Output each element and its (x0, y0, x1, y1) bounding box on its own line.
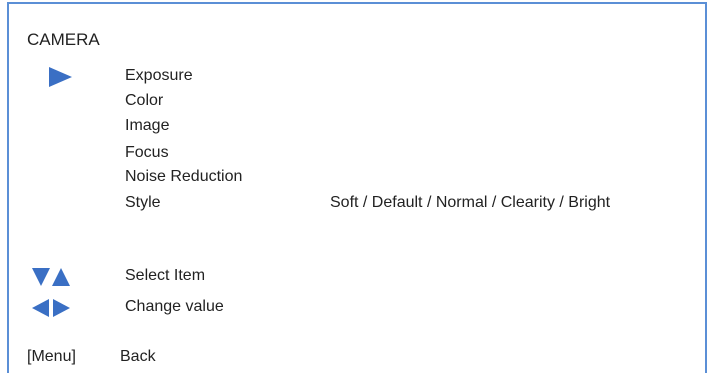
hint-change-value: Change value (125, 298, 224, 315)
hint-select-item: Select Item (125, 267, 206, 284)
menu-item-image[interactable]: Image (125, 118, 169, 134)
menu-item-exposure[interactable]: Exposure (125, 68, 193, 84)
menu-item-focus[interactable]: Focus (125, 145, 169, 161)
back-label: Back (120, 348, 156, 365)
menu-item-style[interactable]: Style (125, 195, 161, 211)
up-down-triangles-icon (31, 266, 71, 293)
style-value-options: Soft / Default / Normal / Clearity / Bri… (330, 194, 611, 211)
camera-menu-panel: CAMERA Exposure Color Image Focus Noise … (7, 2, 707, 373)
menu-title: CAMERA (27, 30, 100, 49)
menu-key-label: [Menu] (27, 348, 76, 365)
left-right-triangles-icon (31, 297, 71, 324)
menu-item-noise-reduction[interactable]: Noise Reduction (125, 169, 242, 185)
selection-cursor-icon (47, 66, 73, 93)
menu-item-color[interactable]: Color (125, 93, 163, 109)
